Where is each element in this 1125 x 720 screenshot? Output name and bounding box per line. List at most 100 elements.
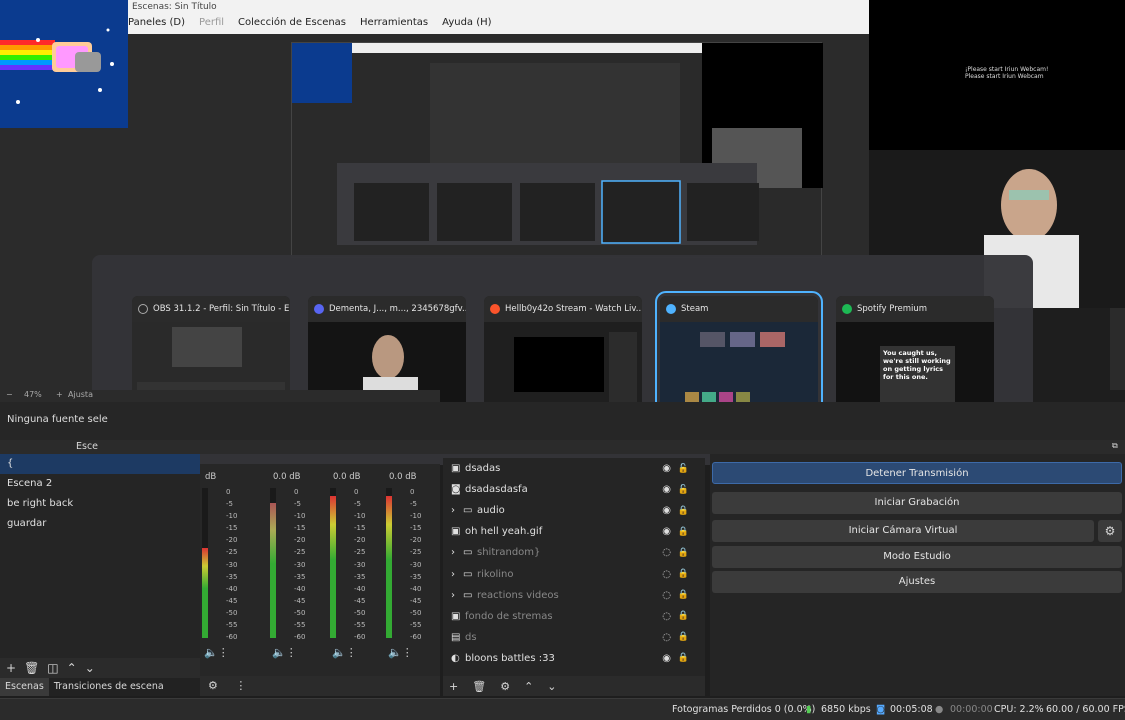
steam-icon [666,304,676,314]
menu-coleccion[interactable]: Colección de Escenas [238,17,346,34]
webcam-warning-text: ¡Please start Iriun Webcam! Please start… [965,66,1049,80]
controls-dock: Detener Transmisión Iniciar Grabación In… [710,454,1125,696]
eye-icon[interactable]: ◉ [662,484,671,495]
chevron-right-icon[interactable]: › [451,547,463,558]
menu-paneles[interactable]: Paneles (D) [128,17,185,34]
tab-escenas[interactable]: Escenas [0,678,49,696]
mixer-channel: 0.0 dB 0 -5 -10 -15 -20 -25 -30 -35 -40 -45 -50 -55… [268,464,328,674]
camera-icon: ◙ [451,484,461,496]
trash-icon[interactable]: 🗑 [472,680,486,693]
spotify-icon [842,304,852,314]
source-folder[interactable]: › ▭ shitrandom} ◌ 🔒 [443,542,705,563]
lock-icon[interactable]: 🔒 [678,632,689,642]
scene-item[interactable]: { [0,454,200,474]
speaker-icon[interactable]: 🔈⋮ [332,646,357,659]
eye-hidden-icon[interactable]: ◌ [662,547,671,558]
scenes-list: { Escena 2 be right back guardar [0,454,200,658]
eye-hidden-icon[interactable]: ◌ [662,632,671,643]
scenes-dock-title: Esce [76,441,99,452]
lock-icon[interactable]: 🔒 [678,527,689,537]
speaker-icon[interactable]: 🔈⋮ [204,646,229,659]
tab-transiciones[interactable]: Transiciones de escena [49,678,169,696]
mixer-settings-icon[interactable]: ⚙ [208,679,218,692]
fps: 60.00 / 60.00 FPS [1046,704,1125,715]
dock-float-icon[interactable]: ⧉ [1112,441,1118,451]
zoom-fit-label[interactable]: Ajusta [68,390,93,399]
menu: Paneles (D) Perfil Colección de Escenas … [128,17,492,34]
chevron-down-icon[interactable]: ⌄ [85,661,95,675]
eye-icon[interactable]: ◉ [662,463,671,474]
record-icon: ● [935,704,944,715]
volume-meter [202,488,208,638]
source-item[interactable]: ▤ ds ◌ 🔒 [443,627,705,648]
image-icon: ▣ [451,526,461,538]
lock-icon[interactable]: 🔒 [678,653,689,663]
volume-meter [270,488,276,638]
mixer-channel: 0.0 dB 0 -5 -10 -15 -20 -25 -30 -35 -40 -45 -50 -55… [384,464,444,674]
lock-icon[interactable]: 🔒 [678,611,689,621]
menu-herramientas[interactable]: Herramientas [360,17,428,34]
channel-db: 0.0 dB [333,472,361,482]
eye-hidden-icon[interactable]: ◌ [662,611,671,622]
settings-button[interactable]: Ajustes [712,571,1122,593]
nyan-cat-art [0,28,114,104]
lock-icon[interactable]: 🔓 [678,464,689,474]
eye-icon[interactable]: ◉ [662,505,671,516]
dock-tabs: Escenas Transiciones de escena [0,678,200,696]
image-icon: ▣ [451,610,461,622]
lock-icon[interactable]: 🔒 [678,569,689,579]
source-folder[interactable]: › ▭ rikolino ◌ 🔒 [443,563,705,584]
eye-icon[interactable]: ◉ [662,526,671,537]
zoom-out-button[interactable]: − [6,390,13,399]
menu-ayuda[interactable]: Ayuda (H) [442,17,491,34]
speaker-icon[interactable]: 🔈⋮ [272,646,297,659]
virtual-camera-settings-icon[interactable]: ⚙ [1098,520,1122,542]
eye-icon[interactable]: ◉ [662,653,671,664]
eye-hidden-icon[interactable]: ◌ [662,590,671,601]
gear-icon[interactable]: ⚙ [500,680,510,693]
speaker-icon[interactable]: 🔈⋮ [388,646,413,659]
source-item[interactable]: ◐ bloons battles :33 ◉ 🔒 [443,648,705,669]
lock-icon[interactable]: 🔒 [678,548,689,558]
add-source-icon[interactable]: + [449,680,458,693]
volume-meter [386,488,392,638]
scene-item[interactable]: be right back [0,494,200,514]
zoom-in-button[interactable]: + [56,390,63,399]
start-virtual-camera-button[interactable]: Iniciar Cámara Virtual [712,520,1094,542]
source-folder[interactable]: › ▭ audio ◉ 🔒 [443,500,705,521]
lock-icon[interactable]: 🔒 [678,590,689,600]
stream-time: 00:05:08 [890,704,933,715]
source-folder[interactable]: › ▭ reactions videos ◌ 🔒 [443,585,705,606]
source-item[interactable]: ▣ dsadas ◉ 🔓 [443,458,705,479]
chevron-right-icon[interactable]: › [451,569,463,580]
chevron-right-icon[interactable]: › [451,505,463,516]
lock-icon[interactable]: 🔒 [678,506,689,516]
image-icon: ▣ [451,463,461,475]
filter-icon[interactable]: ◫ [47,661,58,675]
menu-perfil[interactable]: Perfil [199,17,224,34]
trash-icon[interactable]: 🗑 [24,661,39,675]
studio-mode-button[interactable]: Modo Estudio [712,546,1122,568]
add-scene-icon[interactable]: + [6,661,16,675]
chevron-up-icon[interactable]: ⌃ [524,680,533,693]
chevron-up-icon[interactable]: ⌃ [67,661,77,675]
nested-preview [291,42,823,258]
scene-item[interactable]: guardar [0,514,200,534]
lock-icon[interactable]: 🔓 [678,485,689,495]
chevron-right-icon[interactable]: › [451,590,463,601]
eye-hidden-icon[interactable]: ◌ [662,569,671,580]
stop-streaming-button[interactable]: Detener Transmisión [712,462,1122,484]
source-item[interactable]: ▣ oh hell yeah.gif ◉ 🔒 [443,521,705,542]
source-item[interactable]: ◙ dsadasdasfa ◉ 🔓 [443,479,705,500]
dock-header: Esce ⧉ [0,440,1125,454]
nested-preview-art [292,43,823,245]
nyan-cat-image [0,0,128,128]
db-scale: 0 -5 -10 -15 -20 -25 -30 -35 -40 -45 -50 -55 -60 [354,488,366,642]
scene-item[interactable]: Escena 2 [0,474,200,494]
mixer-menu-icon[interactable]: ⋮ [235,679,246,692]
status-bar: Fotogramas Perdidos 0 (0.0%) ▮ 6850 kbps… [0,698,1125,720]
start-recording-button[interactable]: Iniciar Grabación [712,492,1122,514]
source-item[interactable]: ▣ fondo de stremas ◌ 🔒 [443,606,705,627]
chevron-down-icon[interactable]: ⌄ [547,680,556,693]
spotify-lyrics-message: You caught us, we're still working on ge… [880,346,955,402]
